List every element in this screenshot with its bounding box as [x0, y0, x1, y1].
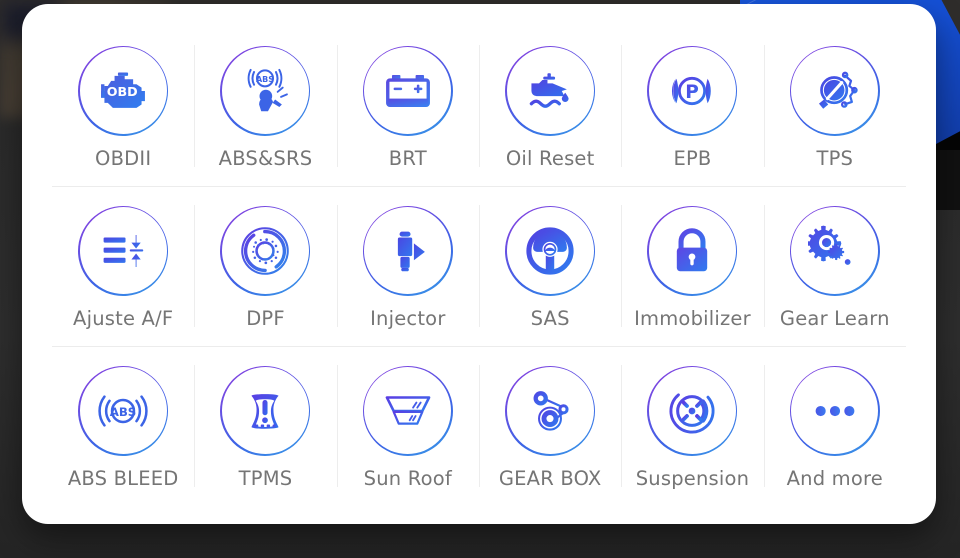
function-tile-label: OBDII	[95, 146, 152, 170]
function-tile-label: Sun Roof	[363, 466, 452, 490]
function-tile[interactable]: Injector	[336, 186, 479, 346]
function-tile[interactable]: Ajuste A/F	[52, 186, 194, 346]
svg-text:ABS: ABS	[110, 405, 137, 419]
function-tile[interactable]: OBD OBDII	[52, 26, 194, 186]
function-tile-label: SAS	[530, 306, 570, 330]
oil-can-icon[interactable]	[505, 45, 596, 136]
function-tile[interactable]: Immobilizer	[621, 186, 763, 346]
function-tile[interactable]: P EPB	[621, 26, 763, 186]
function-tile-label: TPMS	[238, 466, 293, 490]
steering-wheel-icon[interactable]	[505, 205, 596, 296]
suspension-wheel-icon[interactable]	[647, 365, 738, 456]
function-tile-label: Ajuste A/F	[73, 306, 174, 330]
battery-icon[interactable]	[362, 45, 453, 136]
svg-text:OBD: OBD	[107, 84, 138, 99]
function-tile-label: Suspension	[635, 466, 750, 490]
function-tile-label: Immobilizer	[634, 306, 751, 330]
functions-card: OBD OBDII ABS ABS&SRS BRT Oil Reset P EP…	[22, 4, 936, 524]
function-tile[interactable]: ABS ABS BLEED	[52, 346, 194, 506]
function-tile[interactable]: BRT	[336, 26, 479, 186]
function-tile[interactable]: TPMS	[194, 346, 336, 506]
function-tile[interactable]: Oil Reset	[478, 26, 621, 186]
function-tile-label: GEAR BOX	[498, 466, 602, 490]
function-tile-label: EPB	[673, 146, 712, 170]
function-tile-label: DPF	[246, 306, 285, 330]
ellipsis-icon[interactable]	[789, 365, 880, 456]
parking-brake-icon[interactable]: P	[647, 45, 738, 136]
gearbox-belt-icon[interactable]	[505, 365, 596, 456]
function-tile-label: BRT	[388, 146, 427, 170]
lock-icon[interactable]	[647, 205, 738, 296]
function-row: OBD OBDII ABS ABS&SRS BRT Oil Reset P EP…	[52, 26, 906, 186]
function-tile[interactable]: And more	[763, 346, 906, 506]
function-tile[interactable]: Gear Learn	[763, 186, 906, 346]
injector-icon[interactable]	[362, 205, 453, 296]
function-tile-label: ABS&SRS	[218, 146, 313, 170]
function-tile-label: And more	[786, 466, 883, 490]
tire-pressure-icon[interactable]	[220, 365, 311, 456]
function-tile-label: TPS	[816, 146, 854, 170]
function-tile[interactable]: ABS ABS&SRS	[194, 26, 336, 186]
function-tile-label: Oil Reset	[505, 146, 595, 170]
engine-obd-icon[interactable]: OBD	[78, 45, 169, 136]
function-tile[interactable]: TPS	[763, 26, 906, 186]
function-tile[interactable]: Sun Roof	[336, 346, 479, 506]
function-tile[interactable]: SAS	[478, 186, 621, 346]
function-tile-label: Injector	[370, 306, 446, 330]
function-row: Ajuste A/F DPF Injector SAS Immobilizer …	[52, 186, 906, 346]
svg-text:ABS: ABS	[256, 75, 274, 84]
throttle-body-icon[interactable]	[789, 45, 880, 136]
function-tile-label: Gear Learn	[779, 306, 890, 330]
function-tile-label: ABS BLEED	[67, 466, 179, 490]
function-row: ABS ABS BLEED TPMS Sun Roof GEAR BOX Sus…	[52, 346, 906, 506]
sunroof-icon[interactable]	[362, 365, 453, 456]
dpf-filter-icon[interactable]	[220, 205, 311, 296]
air-fuel-adjust-icon[interactable]	[78, 205, 169, 296]
svg-text:P: P	[686, 82, 700, 103]
abs-srs-airbag-icon[interactable]: ABS	[220, 45, 311, 136]
function-tile[interactable]: Suspension	[621, 346, 763, 506]
abs-bleed-icon[interactable]: ABS	[78, 365, 169, 456]
function-tile[interactable]: DPF	[194, 186, 336, 346]
gears-icon[interactable]	[789, 205, 880, 296]
function-tile[interactable]: GEAR BOX	[478, 346, 621, 506]
